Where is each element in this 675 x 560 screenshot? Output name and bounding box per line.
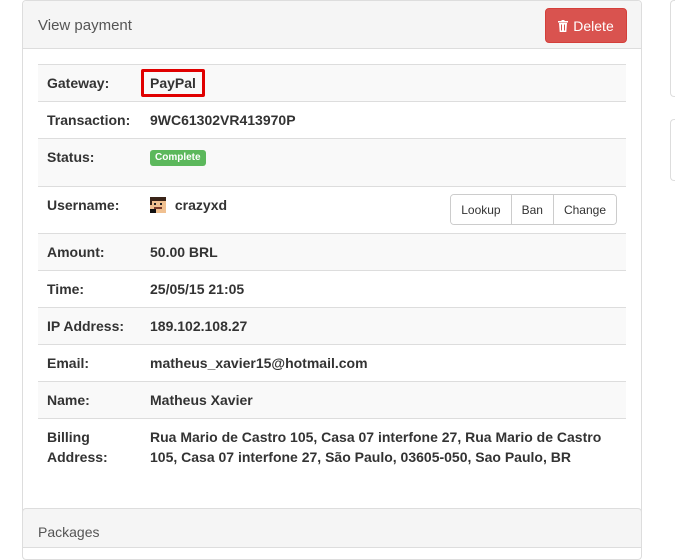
transaction-label: Transaction: — [47, 112, 131, 128]
gateway-label: Gateway: — [47, 75, 110, 91]
billing-label-line1: Billing — [47, 429, 90, 445]
amount-label: Amount: — [47, 244, 105, 260]
gateway-value: PayPal — [141, 69, 205, 97]
panel-title: View payment — [38, 17, 132, 34]
panel-heading: View payment Delete — [23, 1, 641, 49]
billing-value: Rua Mario de Castro 105, Casa 07 interfo… — [150, 429, 602, 465]
ban-button[interactable]: Ban — [510, 195, 553, 224]
status-badge: Complete — [150, 150, 206, 167]
row-ip-address: IP Address: 189.102.108.27 — [38, 307, 626, 344]
status-cell: Complete — [141, 139, 626, 175]
row-time: Time: 25/05/15 21:05 — [38, 270, 626, 307]
side-panel-fragment — [670, 0, 675, 97]
row-name: Name: Matheus Xavier — [38, 381, 626, 418]
status-label: Status: — [47, 149, 95, 165]
row-status: Status: Complete — [38, 138, 626, 186]
delete-button[interactable]: Delete — [545, 8, 627, 43]
payment-details-table: Gateway: PayPal Transaction: 9WC61302VR4… — [38, 64, 626, 476]
row-username: Username: crazyxd Lookup Ban Change — [38, 186, 626, 233]
username-cell: crazyxd Lookup Ban Change — [141, 187, 626, 225]
row-transaction: Transaction: 9WC61302VR413970P — [38, 101, 626, 138]
avatar — [150, 197, 166, 213]
view-payment-panel: View payment Delete Gateway: PayPal Tran… — [22, 0, 642, 560]
name-label: Name: — [47, 392, 90, 408]
ip-value: 189.102.108.27 — [150, 318, 248, 334]
name-value: Matheus Xavier — [150, 392, 253, 408]
amount-value: 50.00 BRL — [150, 244, 218, 260]
row-gateway: Gateway: PayPal — [38, 64, 626, 101]
change-button[interactable]: Change — [552, 195, 616, 224]
username-value[interactable]: crazyxd — [175, 197, 227, 213]
time-value: 25/05/15 21:05 — [150, 281, 245, 297]
row-email: Email: matheus_xavier15@hotmail.com — [38, 344, 626, 381]
ip-label: IP Address: — [47, 318, 125, 334]
gateway-cell: PayPal — [141, 65, 626, 101]
row-billing-address: Billing Address: Rua Mario de Castro 105… — [38, 418, 626, 476]
delete-label: Delete — [573, 17, 614, 34]
billing-label-line2: Address: — [47, 449, 108, 465]
time-label: Time: — [47, 281, 85, 297]
lookup-button[interactable]: Lookup — [451, 195, 511, 224]
user-actions: Lookup Ban Change — [450, 194, 617, 225]
email-value: matheus_xavier15@hotmail.com — [150, 355, 368, 371]
trash-icon — [558, 19, 569, 32]
packages-title: Packages — [38, 524, 100, 540]
side-panel-fragment — [670, 119, 675, 181]
transaction-value: 9WC61302VR413970P — [150, 112, 296, 128]
username-label: Username: — [47, 197, 120, 213]
packages-panel: Packages — [22, 508, 642, 548]
billing-label: Billing Address: — [38, 419, 141, 475]
email-label: Email: — [47, 355, 90, 371]
row-amount: Amount: 50.00 BRL — [38, 233, 626, 270]
